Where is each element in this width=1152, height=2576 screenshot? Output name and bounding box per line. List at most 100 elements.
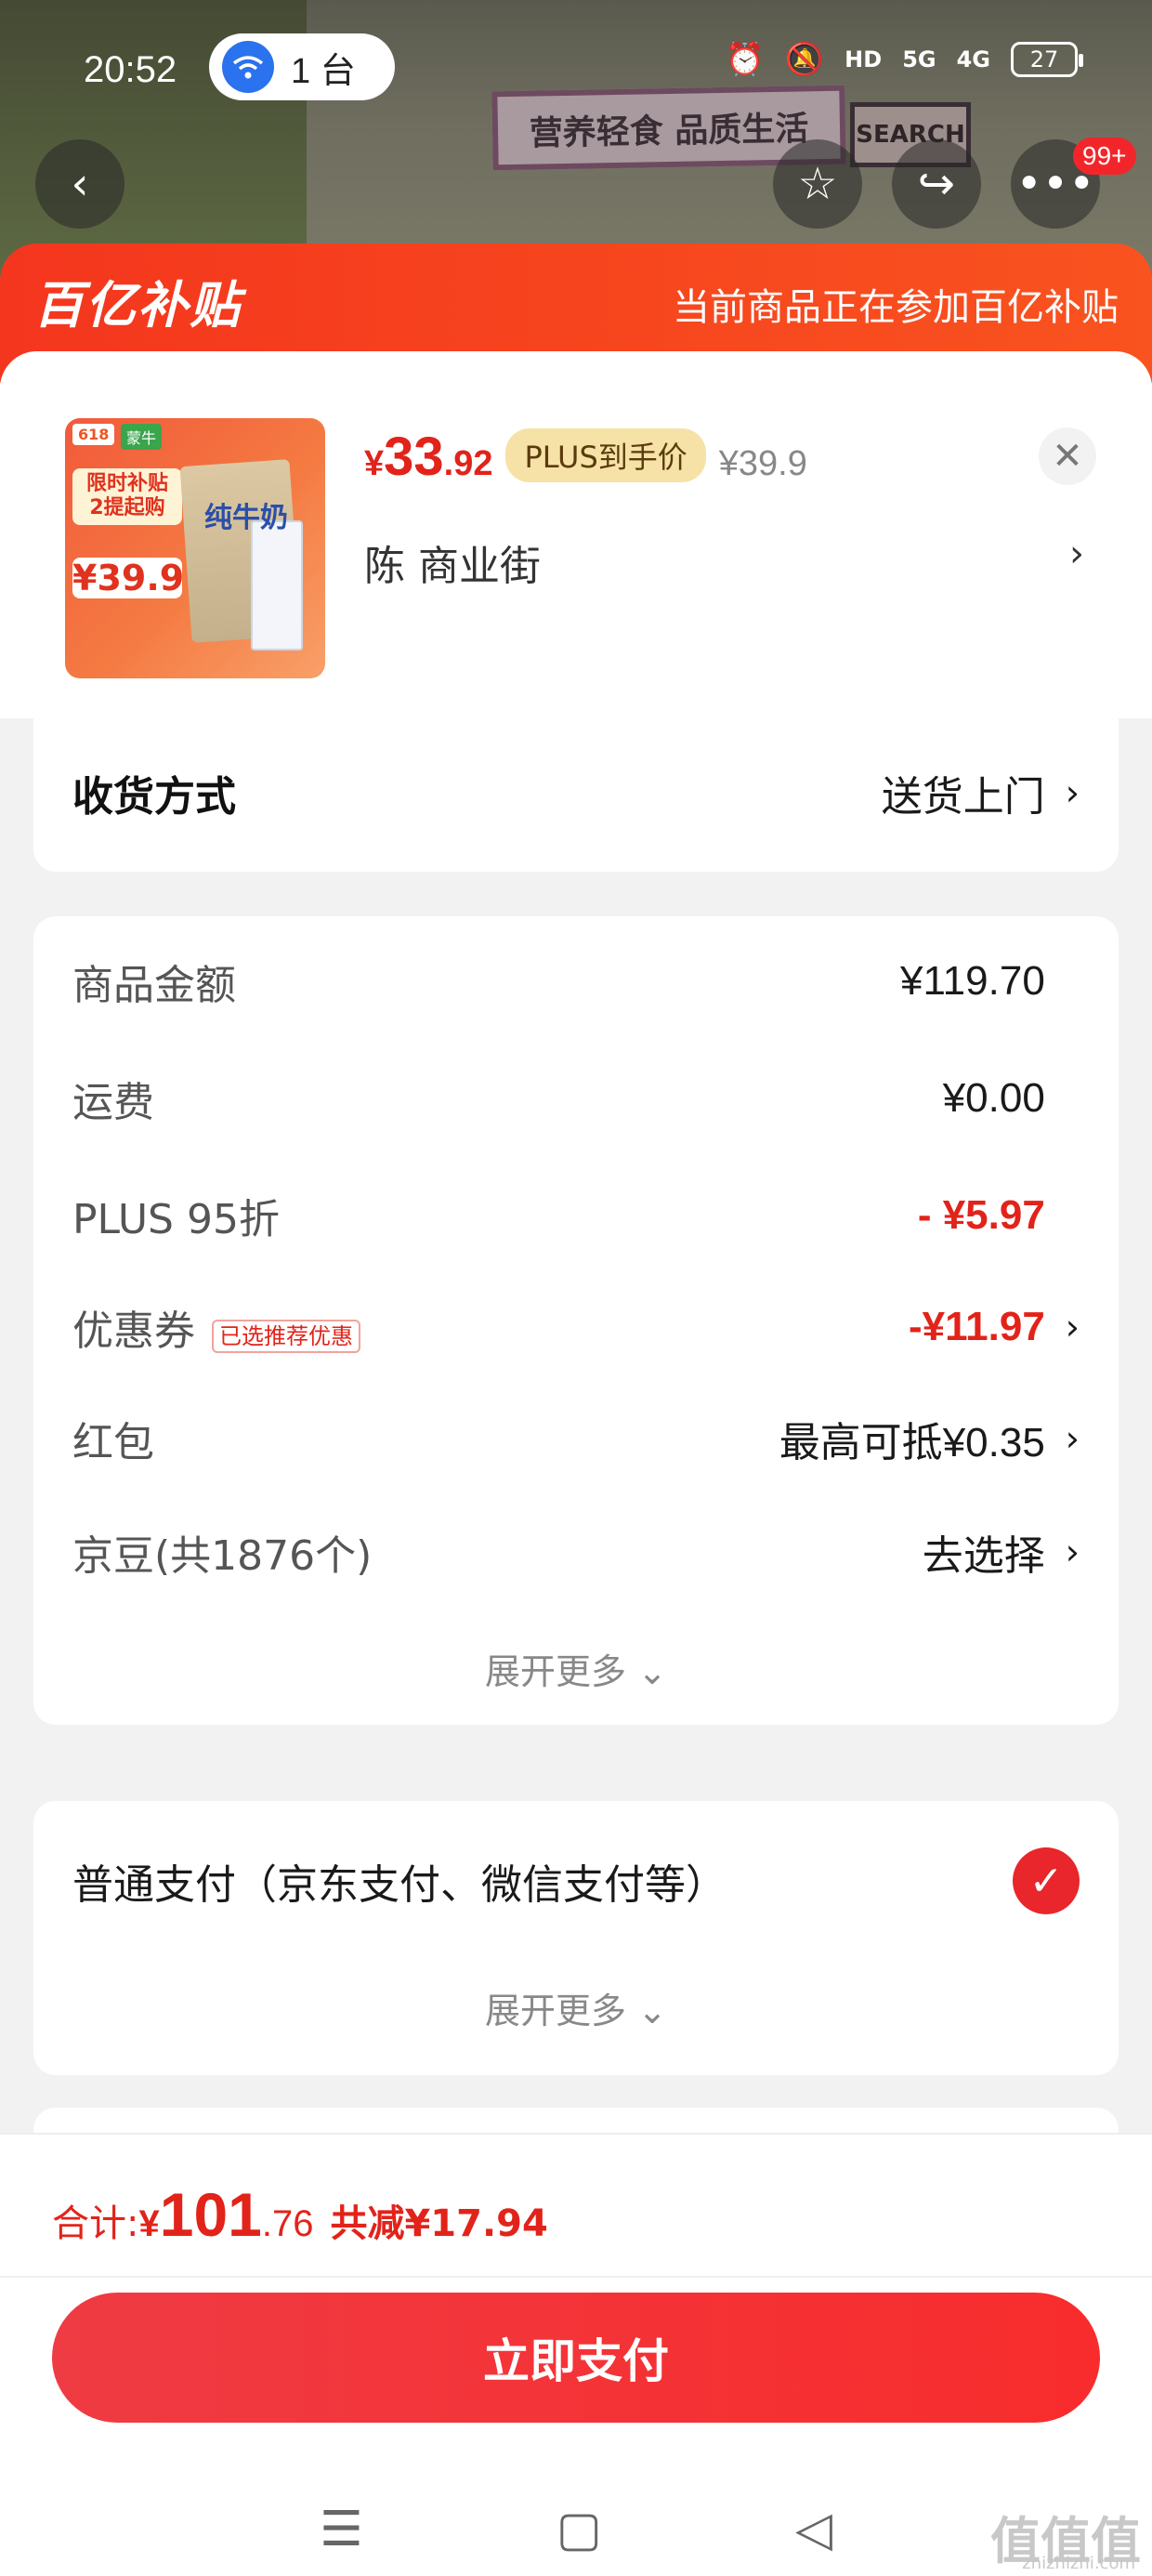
cost-label-group: 优惠券 已选推荐优惠 (72, 1297, 360, 1357)
cost-value: ¥0.00 (942, 1075, 1045, 1121)
cost-value: ¥0.35 (942, 1420, 1045, 1465)
share-icon: ↪ (917, 158, 956, 210)
cost-breakdown-card-lower: 红包 最高可抵¥0.35 › 京豆(共1876个) 去选择 › 展开更多 ⌄ (33, 1373, 1119, 1725)
image-brand-tag: 蒙牛 (121, 424, 163, 450)
close-icon: ✕ (1052, 435, 1083, 478)
hotspot-count: 1 台 (291, 51, 356, 91)
battery-icon: 27 (1011, 42, 1083, 77)
price-yen: ¥ (364, 444, 385, 483)
signal-4g-icon: 4G (956, 46, 990, 72)
delivery-label: 收货方式 (72, 773, 236, 821)
payment-label: 普通支付（京东支付、微信支付等） (72, 1861, 727, 1909)
total-row: 合计: ¥ 101 .76 共减¥17.94 (52, 2179, 548, 2250)
pay-now-button[interactable]: 立即支付 (52, 2293, 1100, 2423)
cost-value-group: ¥0.00› (943, 1075, 1080, 1122)
image-price: ¥39.9 (72, 558, 185, 598)
cost-label: 运费 (72, 1079, 154, 1126)
total-label: 合计: (52, 2202, 139, 2245)
cost-value-group: 最高可抵¥0.35 › (779, 1409, 1080, 1468)
signal-5g-icon: 5G (902, 46, 936, 72)
footer-divider (0, 2276, 1152, 2278)
cost-value-group: -¥11.97 › (909, 1304, 1080, 1350)
payment-row-normal[interactable]: 普通支付（京东支付、微信支付等） ✓ (72, 1847, 1080, 1914)
store-name: 陈 商业街 (364, 543, 541, 590)
subsidy-logo: 百亿补贴 (33, 276, 242, 335)
cost-row-jingdou[interactable]: 京豆(共1876个) 去选择 › (72, 1522, 1080, 1582)
payment-card: 普通支付（京东支付、微信支付等） ✓ 展开更多 ⌄ (33, 1801, 1119, 2075)
cost-value: - ¥5.97 (917, 1192, 1045, 1238)
chevron-right-icon: › (1065, 772, 1080, 813)
store-row[interactable]: 陈 商业街 › (364, 532, 1084, 592)
plus-price-tag: PLUS到手价 (505, 428, 706, 482)
cost-value: -¥11.97 (908, 1304, 1045, 1349)
cost-value-group: 去选择 › (923, 1522, 1080, 1582)
favorite-button[interactable]: ☆ (773, 139, 862, 229)
cost-breakdown-card: 商品金额 ¥119.70› 运费 ¥0.00› PLUS 95折 - ¥5.97… (33, 916, 1119, 1400)
expand-more-payment[interactable]: 展开更多 ⌄ (33, 1982, 1119, 2033)
cost-row-coupon[interactable]: 优惠券 已选推荐优惠 -¥11.97 › (72, 1297, 1080, 1357)
cost-value-group: ¥119.70› (900, 958, 1080, 1005)
cost-label: 商品金额 (72, 962, 236, 1009)
chevron-right-icon: › (1065, 1418, 1080, 1459)
chevron-down-icon: ⌄ (637, 1991, 667, 2031)
price-row: ¥33.92 PLUS到手价 ¥39.9 (364, 426, 807, 490)
total-yen: ¥ (138, 2203, 160, 2244)
delivery-card[interactable]: 收货方式 送货上门 › (33, 718, 1119, 872)
total-decimal: .76 (261, 2203, 314, 2244)
coupon-badge: 已选推荐优惠 (212, 1319, 360, 1353)
checkout-footer: 合计: ¥ 101 .76 共减¥17.94 立即支付 ☰ ▢ ◁ (0, 2133, 1152, 2576)
system-nav-bar: ☰ ▢ ◁ (0, 2488, 1152, 2571)
subsidy-banner-text: 当前商品正在参加百亿补贴 (673, 286, 1119, 329)
mute-icon: 🔕 (784, 41, 825, 78)
chevron-down-icon: ⌄ (637, 1651, 667, 1692)
delivery-value: 送货上门 (881, 773, 1045, 821)
status-time: 20:52 (84, 48, 177, 90)
cost-value-prefix: 最高可抵 (779, 1419, 943, 1466)
check-icon[interactable]: ✓ (1013, 1847, 1080, 1914)
cost-value-text: 最高可抵¥0.35 (779, 1409, 1045, 1468)
image-product-label: 纯牛奶 (204, 502, 288, 534)
menu-icon[interactable]: ☰ (320, 2502, 363, 2557)
product-image[interactable]: 618 蒙牛 限时补贴 2提起购 ¥39.9 纯牛奶 (65, 418, 325, 678)
total-integer: 101 (159, 2180, 262, 2249)
delivery-row[interactable]: 收货方式 送货上门 › (72, 763, 1080, 822)
product-card: 618 蒙牛 限时补贴 2提起购 ¥39.9 纯牛奶 ¥33.92 PLUS到手… (0, 351, 1152, 718)
cost-value-group: - ¥5.97› (918, 1192, 1080, 1239)
plus-price: ¥33.92 (364, 426, 492, 488)
total-reduce: 共减¥17.94 (330, 2202, 548, 2245)
home-icon[interactable]: ▢ (556, 2502, 602, 2557)
status-bar: 20:52 1 台 ⏰ 🔕 HD 5G 4G 27 (0, 28, 1152, 112)
more-badge: 99+ (1073, 138, 1136, 175)
cost-row-red-packet[interactable]: 红包 最高可抵¥0.35 › (72, 1409, 1080, 1468)
cost-label: 优惠券 (72, 1308, 195, 1355)
expand-label: 展开更多 (485, 1651, 627, 1692)
wifi-hotspot-icon (222, 41, 274, 93)
cost-value: ¥119.70 (900, 958, 1045, 1004)
hotspot-pill[interactable]: 1 台 (209, 33, 395, 100)
chevron-left-icon: ‹ (71, 158, 89, 210)
cost-label: PLUS 95折 (72, 1196, 280, 1243)
cost-row-shipping: 运费 ¥0.00› (72, 1069, 1080, 1128)
battery-level: 27 (1029, 46, 1059, 72)
chevron-right-icon: › (1069, 532, 1084, 575)
cost-label: 京豆(共1876个) (72, 1532, 373, 1580)
image-618-tag: 618 (72, 424, 115, 445)
back-triangle-icon[interactable]: ◁ (795, 2502, 832, 2557)
original-price: ¥39.9 (718, 444, 807, 483)
image-milk-carton (251, 520, 303, 651)
cost-row-goods: 商品金额 ¥119.70› (72, 952, 1080, 1011)
back-button[interactable]: ‹ (35, 139, 124, 229)
star-icon: ☆ (797, 158, 838, 210)
watermark-url: zhizhizhi.com (1022, 2554, 1135, 2573)
cost-value: 去选择 (922, 1532, 1045, 1580)
price-decimal: .92 (443, 444, 493, 483)
status-icons: ⏰ 🔕 HD 5G 4G 27 (725, 41, 1083, 78)
cost-row-plus-discount: PLUS 95折 - ¥5.97› (72, 1186, 1080, 1245)
close-button[interactable]: ✕ (1039, 427, 1096, 485)
chevron-right-icon: › (1065, 1531, 1080, 1572)
expand-label: 展开更多 (485, 1991, 627, 2031)
price-integer: 33 (384, 427, 444, 487)
expand-more-costs[interactable]: 展开更多 ⌄ (33, 1643, 1119, 1694)
hd-icon: HD (844, 46, 883, 72)
share-button[interactable]: ↪ (892, 139, 981, 229)
